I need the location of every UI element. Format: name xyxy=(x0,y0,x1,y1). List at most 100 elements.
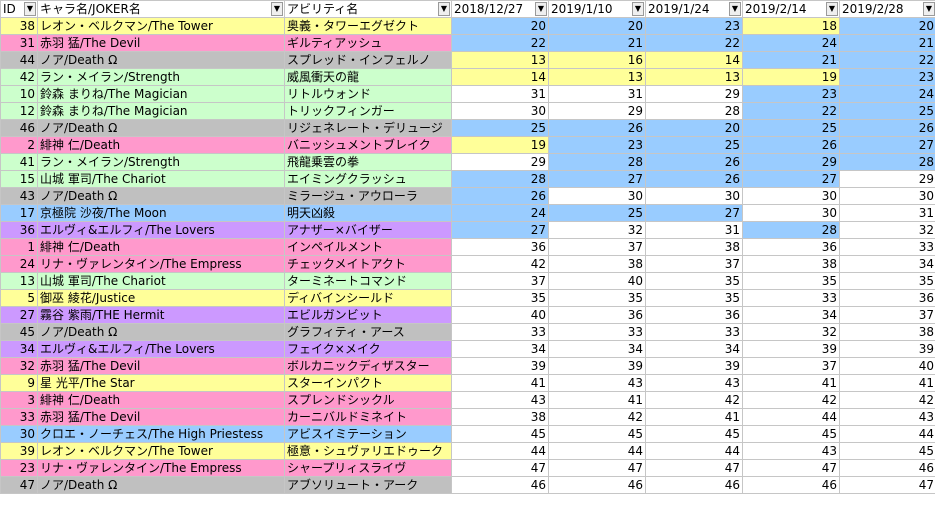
filter-dropdown-icon[interactable]: ▼ xyxy=(826,2,838,16)
rank-cell[interactable]: 27 xyxy=(645,204,743,222)
rank-cell[interactable]: 14 xyxy=(451,68,549,86)
ability-cell[interactable]: 極意・シュヴァリエドゥーク xyxy=(284,442,452,460)
rank-cell[interactable]: 41 xyxy=(548,391,646,409)
rank-cell[interactable]: 27 xyxy=(742,170,840,188)
ability-cell[interactable]: ディバインシールド xyxy=(284,289,452,307)
rank-cell[interactable]: 41 xyxy=(451,374,549,392)
rank-cell[interactable]: 16 xyxy=(548,51,646,69)
filter-dropdown-icon[interactable]: ▼ xyxy=(271,2,283,16)
filter-dropdown-icon[interactable]: ▼ xyxy=(632,2,644,16)
character-cell[interactable]: レオン・ベルクマン/The Tower xyxy=(37,17,285,35)
ability-cell[interactable]: フェイク×メイク xyxy=(284,340,452,358)
rank-cell[interactable]: 31 xyxy=(839,204,935,222)
rank-cell[interactable]: 19 xyxy=(742,68,840,86)
rank-cell[interactable]: 26 xyxy=(839,119,935,137)
rank-cell[interactable]: 45 xyxy=(839,442,935,460)
rank-cell[interactable]: 43 xyxy=(451,391,549,409)
character-cell[interactable]: ノア/Death Ω xyxy=(37,51,285,69)
rank-cell[interactable]: 35 xyxy=(645,289,743,307)
rank-cell[interactable]: 30 xyxy=(548,187,646,205)
rank-cell[interactable]: 32 xyxy=(742,323,840,341)
rank-cell[interactable]: 46 xyxy=(548,476,646,494)
character-cell[interactable]: ノア/Death Ω xyxy=(37,119,285,137)
rank-cell[interactable]: 20 xyxy=(839,17,935,35)
ability-cell[interactable]: ボルカニックディザスター xyxy=(284,357,452,375)
character-cell[interactable]: リナ・ヴァレンタイン/The Empress xyxy=(37,255,285,273)
rank-cell[interactable]: 29 xyxy=(451,153,549,171)
ability-cell[interactable]: グラフィティ・アース xyxy=(284,323,452,341)
character-cell[interactable]: 緋神 仁/Death xyxy=(37,391,285,409)
rank-cell[interactable]: 43 xyxy=(839,408,935,426)
rank-cell[interactable]: 38 xyxy=(742,255,840,273)
id-cell[interactable]: 17 xyxy=(0,204,38,222)
ability-cell[interactable]: シャープリィスライヴ xyxy=(284,459,452,477)
rank-cell[interactable]: 21 xyxy=(742,51,840,69)
character-cell[interactable]: 鈴森 まりね/The Magician xyxy=(37,102,285,120)
rank-cell[interactable]: 38 xyxy=(839,323,935,341)
id-cell[interactable]: 31 xyxy=(0,34,38,52)
ability-cell[interactable]: スターインパクト xyxy=(284,374,452,392)
character-cell[interactable]: ノア/Death Ω xyxy=(37,476,285,494)
rank-cell[interactable]: 34 xyxy=(645,340,743,358)
id-cell[interactable]: 44 xyxy=(0,51,38,69)
rank-cell[interactable]: 20 xyxy=(451,17,549,35)
id-cell[interactable]: 30 xyxy=(0,425,38,443)
rank-cell[interactable]: 27 xyxy=(548,170,646,188)
rank-cell[interactable]: 29 xyxy=(839,170,935,188)
character-cell[interactable]: 緋神 仁/Death xyxy=(37,238,285,256)
rank-cell[interactable]: 44 xyxy=(645,442,743,460)
id-cell[interactable]: 27 xyxy=(0,306,38,324)
rank-cell[interactable]: 46 xyxy=(645,476,743,494)
rank-cell[interactable]: 47 xyxy=(742,459,840,477)
rank-cell[interactable]: 43 xyxy=(645,374,743,392)
rank-cell[interactable]: 34 xyxy=(839,255,935,273)
ability-cell[interactable]: インペイルメント xyxy=(284,238,452,256)
id-cell[interactable]: 13 xyxy=(0,272,38,290)
ability-cell[interactable]: 飛龍乗雲の拳 xyxy=(284,153,452,171)
id-cell[interactable]: 47 xyxy=(0,476,38,494)
ability-cell[interactable]: トリックフィンガー xyxy=(284,102,452,120)
rank-cell[interactable]: 30 xyxy=(839,187,935,205)
rank-cell[interactable]: 36 xyxy=(451,238,549,256)
rank-cell[interactable]: 30 xyxy=(742,204,840,222)
ability-cell[interactable]: 威風衝天の龍 xyxy=(284,68,452,86)
rank-cell[interactable]: 25 xyxy=(742,119,840,137)
rank-cell[interactable]: 34 xyxy=(742,306,840,324)
id-cell[interactable]: 1 xyxy=(0,238,38,256)
rank-cell[interactable]: 21 xyxy=(839,34,935,52)
rank-cell[interactable]: 46 xyxy=(742,476,840,494)
character-cell[interactable]: 御巫 綾花/Justice xyxy=(37,289,285,307)
character-cell[interactable]: 赤羽 猛/The Devil xyxy=(37,408,285,426)
rank-cell[interactable]: 35 xyxy=(645,272,743,290)
character-cell[interactable]: 霧谷 紫雨/THE Hermit xyxy=(37,306,285,324)
rank-cell[interactable]: 14 xyxy=(645,51,743,69)
character-cell[interactable]: 鈴森 まりね/The Magician xyxy=(37,85,285,103)
rank-cell[interactable]: 41 xyxy=(839,374,935,392)
rank-cell[interactable]: 23 xyxy=(742,85,840,103)
rank-cell[interactable]: 40 xyxy=(451,306,549,324)
rank-cell[interactable]: 28 xyxy=(548,153,646,171)
rank-cell[interactable]: 35 xyxy=(839,272,935,290)
rank-cell[interactable]: 40 xyxy=(548,272,646,290)
ability-cell[interactable]: 明天凶殺 xyxy=(284,204,452,222)
character-cell[interactable]: ラン・メイラン/Strength xyxy=(37,68,285,86)
id-cell[interactable]: 2 xyxy=(0,136,38,154)
rank-cell[interactable]: 18 xyxy=(742,17,840,35)
ability-cell[interactable]: エビルガンビット xyxy=(284,306,452,324)
rank-cell[interactable]: 22 xyxy=(451,34,549,52)
character-cell[interactable]: ラン・メイラン/Strength xyxy=(37,153,285,171)
rank-cell[interactable]: 27 xyxy=(839,136,935,154)
character-cell[interactable]: エルヴィ&エルフィ/The Lovers xyxy=(37,340,285,358)
ability-cell[interactable]: リトルウォンド xyxy=(284,85,452,103)
character-cell[interactable]: 京極院 沙夜/The Moon xyxy=(37,204,285,222)
rank-cell[interactable]: 25 xyxy=(451,119,549,137)
filter-dropdown-icon[interactable]: ▼ xyxy=(923,2,935,16)
rank-cell[interactable]: 38 xyxy=(451,408,549,426)
ability-cell[interactable]: スプレッド・インフェルノ xyxy=(284,51,452,69)
character-cell[interactable]: レオン・ベルクマン/The Tower xyxy=(37,442,285,460)
rank-cell[interactable]: 30 xyxy=(645,187,743,205)
character-cell[interactable]: クロエ・ノーチェス/The High Priestess xyxy=(37,425,285,443)
rank-cell[interactable]: 42 xyxy=(548,408,646,426)
rank-cell[interactable]: 21 xyxy=(548,34,646,52)
rank-cell[interactable]: 31 xyxy=(548,85,646,103)
